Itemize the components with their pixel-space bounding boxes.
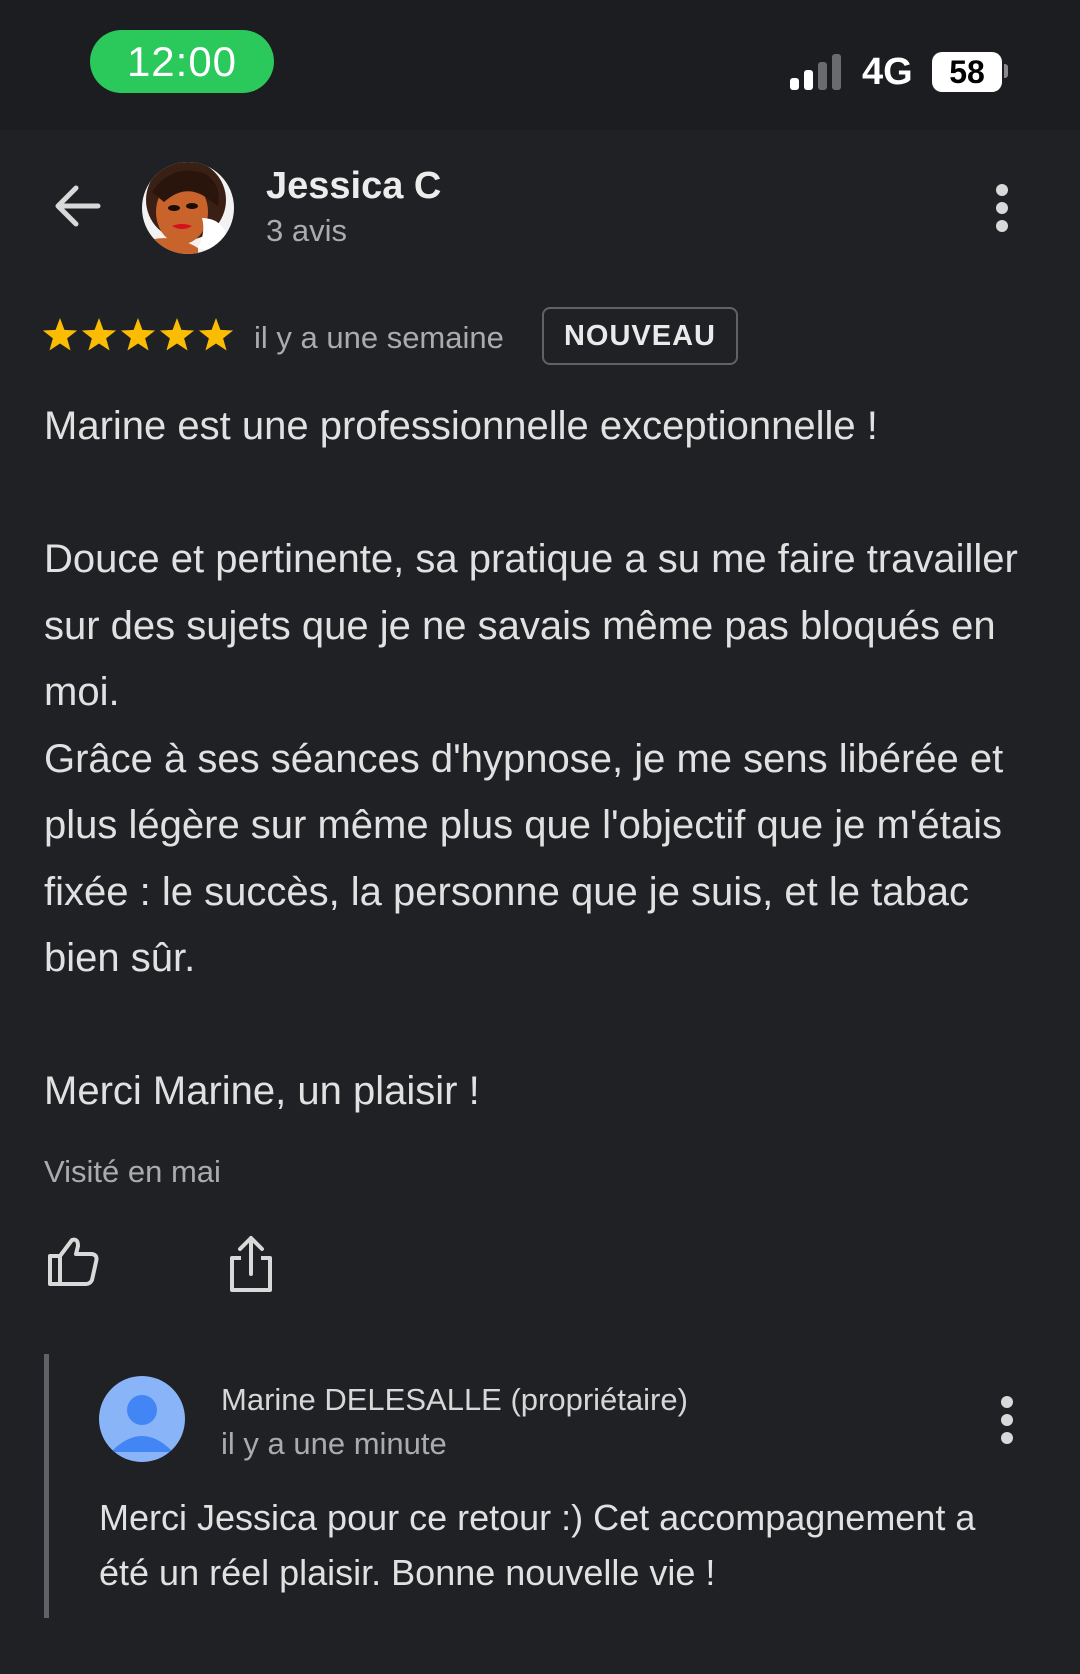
battery-icon: 58 [932, 52, 1002, 92]
reviewer-review-count: 3 avis [266, 213, 347, 248]
owner-avatar[interactable] [99, 1376, 185, 1462]
star-icon [120, 318, 156, 351]
back-button[interactable] [50, 178, 106, 234]
like-button[interactable] [46, 1234, 100, 1288]
star-rating [42, 316, 234, 356]
status-bar: 12:00 4G 58 [0, 0, 1080, 130]
network-type: 4G [862, 51, 913, 93]
battery-level: 58 [949, 54, 985, 90]
reply-more-options-button[interactable] [995, 1396, 1019, 1444]
status-time: 12:00 [90, 30, 274, 93]
owner-reply-time: il y a une minute [221, 1426, 447, 1461]
reviewer-avatar[interactable] [142, 162, 234, 254]
arrow-left-icon [55, 185, 101, 227]
share-icon [230, 1236, 272, 1292]
stars-icon [42, 318, 234, 351]
more-vert-icon [1001, 1396, 1013, 1408]
star-icon [42, 318, 78, 351]
share-button[interactable] [224, 1234, 278, 1294]
new-badge: NOUVEAU [542, 307, 738, 365]
star-icon [81, 318, 117, 351]
battery-tip [1004, 64, 1008, 78]
more-options-button[interactable] [990, 184, 1014, 232]
review-time-ago: il y a une semaine [254, 320, 504, 355]
reviewer-name[interactable]: Jessica C [266, 164, 441, 208]
more-vert-icon [996, 184, 1008, 196]
star-icon [198, 318, 234, 351]
person-icon [99, 1376, 185, 1462]
owner-reply: Marine DELESALLE (propriétaire) il y a u… [44, 1354, 1039, 1618]
star-icon [159, 318, 195, 351]
thumb-up-icon [48, 1237, 99, 1286]
visited-date: Visité en mai [44, 1154, 221, 1189]
avatar-illustration [142, 162, 234, 254]
signal-icon [790, 52, 844, 90]
owner-name: Marine DELESALLE (propriétaire) [221, 1382, 688, 1417]
review-text: Marine est une professionnelle exception… [44, 404, 1018, 1113]
owner-reply-text: Merci Jessica pour ce retour :) Cet acco… [99, 1497, 976, 1593]
